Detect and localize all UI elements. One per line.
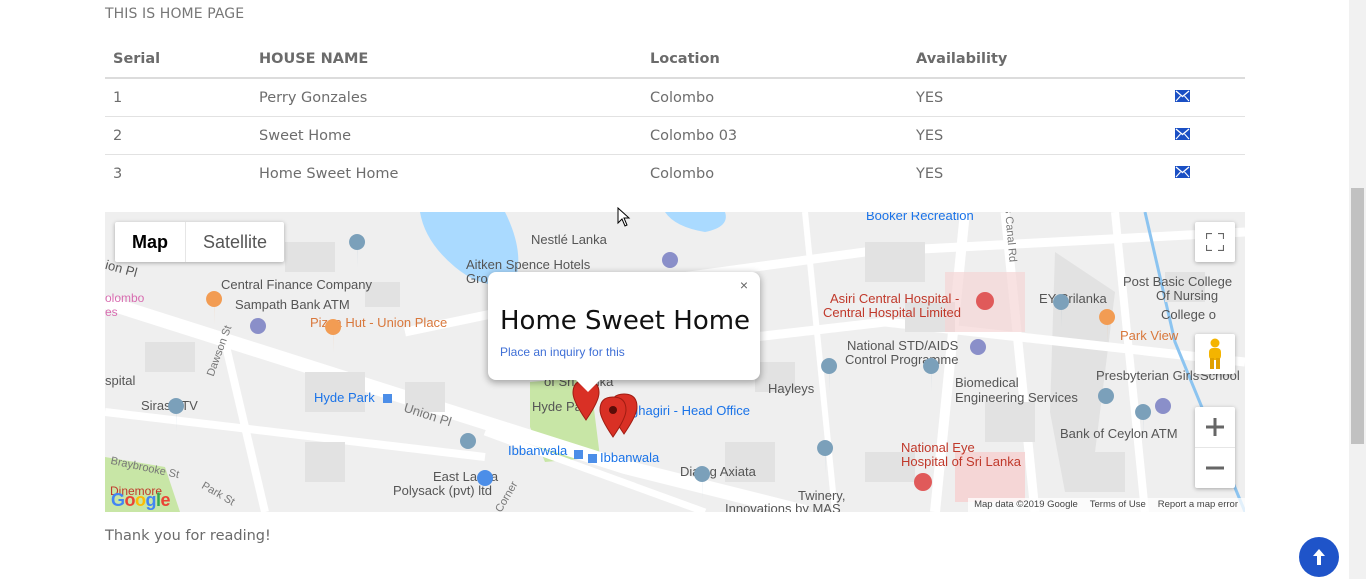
map-label-asiri-2: Central Hospital Limited bbox=[823, 305, 962, 320]
map-type-control: Map Satellite bbox=[115, 222, 285, 262]
cell-location: Colombo bbox=[650, 165, 715, 182]
houses-table: Serial HOUSE NAME Location Availability … bbox=[105, 40, 1245, 192]
map-label-post-basic-2: Of Nursing bbox=[1156, 288, 1219, 303]
street-view-pegman[interactable] bbox=[1195, 334, 1235, 374]
info-window-close-button[interactable]: × bbox=[734, 274, 754, 296]
map-label-park-view: Park View bbox=[1120, 328, 1179, 343]
table-row: 1 Perry Gonzales Colombo YES bbox=[105, 78, 1245, 117]
map-data-credit: Map data ©2019 Google bbox=[974, 499, 1078, 510]
map-label-central-finance: Central Finance Company bbox=[221, 277, 373, 292]
map-label-asiri-1: Asiri Central Hospital - bbox=[830, 291, 960, 306]
cell-availability: YES bbox=[908, 116, 1167, 155]
map-label-post-basic-1: Post Basic College bbox=[1123, 274, 1233, 289]
footer-text: Thank you for reading! bbox=[105, 528, 271, 544]
map-info-window: × Home Sweet Home Place an inquiry for t… bbox=[488, 272, 760, 392]
map-label-national-eye-2: Hospital of Sri Lanka bbox=[901, 454, 1021, 469]
cell-serial: 2 bbox=[105, 116, 251, 155]
arrow-up-icon bbox=[1313, 549, 1325, 565]
map-label-std-2: Control Programme bbox=[845, 352, 959, 367]
map-label-hyde-park: Hyde Park bbox=[314, 390, 375, 405]
scrollbar-thumb[interactable] bbox=[1351, 188, 1364, 444]
zoom-out-button[interactable] bbox=[1195, 448, 1235, 488]
pegman-icon bbox=[1209, 338, 1221, 369]
page-heading: THIS IS HOME PAGE bbox=[105, 6, 245, 22]
header-availability: Availability bbox=[908, 40, 1167, 79]
report-map-error-link[interactable]: Report a map error bbox=[1158, 498, 1238, 512]
cell-location: Colombo 03 bbox=[642, 116, 908, 155]
map-label-std-1: National STD/AIDS bbox=[847, 338, 959, 353]
map-label-east-lanka-1: East Lanka bbox=[433, 469, 499, 484]
table-row: 2 Sweet Home Colombo 03 YES bbox=[105, 116, 1245, 155]
mail-icon[interactable] bbox=[1175, 89, 1190, 102]
map-label-sampath: Sampath Bank ATM bbox=[235, 297, 350, 312]
cell-availability: YES bbox=[908, 78, 1167, 117]
map-label-ibbanwala-2: Ibbanwala bbox=[600, 450, 660, 465]
cell-serial: 1 bbox=[105, 78, 251, 117]
fullscreen-icon bbox=[1206, 233, 1224, 251]
mail-icon[interactable] bbox=[1175, 127, 1190, 140]
map-label-biomedical-2: Engineering Services bbox=[955, 390, 1078, 405]
page-scrollbar[interactable] bbox=[1349, 0, 1366, 579]
map-label-hyde-park-2: Hyde Park bbox=[532, 399, 593, 414]
terms-of-use-link[interactable]: Terms of Use bbox=[1090, 498, 1146, 512]
cell-house-name: Perry Gonzales bbox=[251, 78, 642, 117]
cell-location: Colombo bbox=[642, 78, 908, 117]
cell-house-name: Home Sweet Home bbox=[259, 165, 399, 182]
zoom-in-button[interactable] bbox=[1195, 407, 1235, 448]
map-label-aitken: Aitken Spence Hotels bbox=[466, 257, 591, 272]
header-serial: Serial bbox=[105, 40, 251, 79]
map-label-east-lanka-2: Polysack (pvt) ltd bbox=[393, 483, 492, 498]
map-label-nestle: Nestlé Lanka bbox=[531, 232, 607, 247]
map-label-presbyterian: Presbyterian Girls bbox=[1096, 368, 1200, 383]
cell-serial: 3 bbox=[113, 165, 123, 182]
map-label-es: es bbox=[105, 305, 118, 319]
map-label-booker: Booker Recreation bbox=[866, 212, 974, 223]
map-label-sirasa: Sirasa TV bbox=[141, 398, 198, 413]
cell-action bbox=[1167, 78, 1245, 117]
map-label-ey: EY Srilanka bbox=[1039, 291, 1107, 306]
map-label-ibbanwala-1: Ibbanwala bbox=[508, 443, 568, 458]
map-label-dialog: Dialog Axiata bbox=[680, 464, 756, 479]
cell-action bbox=[1167, 116, 1245, 155]
back-to-top-button[interactable] bbox=[1299, 537, 1339, 577]
google-logo[interactable]: Google bbox=[111, 490, 171, 511]
map-label-hayleys: Hayleys bbox=[768, 381, 815, 396]
header-house-name: HOUSE NAME bbox=[251, 40, 642, 79]
mail-icon[interactable] bbox=[1175, 165, 1190, 178]
map-type-satellite-button[interactable]: Satellite bbox=[186, 222, 284, 262]
map-label-bank-ceylon: Bank of Ceylon ATM bbox=[1060, 426, 1178, 441]
zoom-control bbox=[1195, 407, 1235, 488]
map-type-map-button[interactable]: Map bbox=[115, 222, 186, 262]
google-map[interactable]: Booker Recreation Nestlé Lanka Aitken Sp… bbox=[105, 212, 1245, 512]
map-label-spital: spital bbox=[105, 373, 136, 388]
minus-icon bbox=[1206, 466, 1224, 470]
map-label-biomedical-1: Biomedical bbox=[955, 375, 1019, 390]
fullscreen-button[interactable] bbox=[1195, 222, 1235, 262]
map-attribution: Map data ©2019 Google Terms of Use Repor… bbox=[968, 498, 1245, 512]
header-action bbox=[1167, 40, 1245, 79]
map-label-olombo: olombo bbox=[105, 291, 145, 305]
map-label-aitken-2: Gro bbox=[466, 271, 488, 286]
header-location: Location bbox=[642, 40, 908, 79]
cell-availability: YES bbox=[916, 165, 944, 182]
plus-icon bbox=[1206, 418, 1224, 436]
info-window-title: Home Sweet Home bbox=[500, 306, 751, 336]
inquiry-link[interactable]: Place an inquiry for this bbox=[500, 345, 625, 359]
map-label-twinery-2: Innovations by MAS bbox=[725, 501, 841, 513]
map-label-ghagiri: ghagiri - Head Office bbox=[631, 403, 750, 418]
table-row: 3 Home Sweet Home Colombo YES bbox=[105, 155, 1245, 193]
map-label-post-basic-3: College o bbox=[1161, 307, 1216, 322]
map-label-national-eye-1: National Eye bbox=[901, 440, 975, 455]
mouse-cursor-icon bbox=[617, 207, 631, 227]
map-label-pizza-hut: Pizza Hut - Union Place bbox=[310, 315, 448, 330]
table-header-row: Serial HOUSE NAME Location Availability bbox=[105, 40, 1245, 79]
cell-action bbox=[1167, 155, 1245, 193]
cell-house-name: Sweet Home bbox=[251, 116, 642, 155]
